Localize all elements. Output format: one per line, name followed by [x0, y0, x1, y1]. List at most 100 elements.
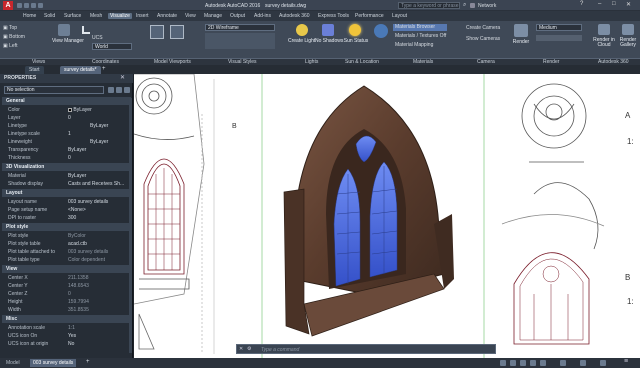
quick-select-icon[interactable]	[124, 87, 130, 93]
location-icon[interactable]	[374, 24, 388, 38]
prop-value[interactable]: No	[68, 341, 74, 347]
render-teapot-icon[interactable]	[514, 24, 528, 37]
tab-output[interactable]: Output	[230, 13, 245, 19]
maximize-icon[interactable]: □	[612, 1, 616, 7]
open-icon[interactable]	[24, 3, 29, 8]
lineweight-icon[interactable]	[540, 360, 546, 366]
named-viewports-icon[interactable]	[170, 25, 184, 39]
view-manager-icon[interactable]	[58, 24, 70, 36]
show-cameras-button[interactable]: Show Cameras	[466, 36, 500, 42]
prop-value[interactable]: acad.ctb	[68, 241, 87, 247]
user-name[interactable]: Network	[478, 3, 496, 9]
prop-value[interactable]: ByLayer	[68, 173, 86, 179]
ucs-world-dropdown[interactable]: World	[92, 43, 132, 50]
tab-manage[interactable]: Manage	[204, 13, 222, 19]
save-icon[interactable]	[31, 3, 36, 8]
polar-icon[interactable]	[520, 360, 526, 366]
no-shadows-button[interactable]: No Shadows	[315, 38, 343, 44]
osnap-icon[interactable]	[530, 360, 536, 366]
no-shadows-icon[interactable]	[322, 24, 334, 36]
tab-visualize[interactable]: Visualize	[108, 13, 132, 19]
prop-value[interactable]: 003 survey details	[68, 199, 108, 205]
tab-mesh[interactable]: Mesh	[90, 13, 102, 19]
render-in-cloud-button[interactable]: Render in Cloud	[592, 38, 616, 48]
tab-layout[interactable]: Layout	[392, 13, 407, 19]
section-layout[interactable]: Layout	[2, 189, 131, 197]
add-layout-icon[interactable]: +	[86, 359, 90, 365]
tab-autodesk-360[interactable]: Autodesk 360	[279, 13, 310, 19]
prop-value[interactable]: <None>	[68, 207, 86, 213]
tab-annotate[interactable]: Annotate	[157, 13, 177, 19]
materials-browser-button[interactable]: Materials Browser	[393, 24, 447, 31]
tab-surface[interactable]: Surface	[64, 13, 81, 19]
prop-value[interactable]: ByColor	[68, 233, 86, 239]
search-input[interactable]: Type a keyword or phrase	[401, 3, 459, 9]
prop-value[interactable]: 003 survey details	[68, 249, 108, 255]
view-manager-button[interactable]: View Manager	[52, 38, 84, 44]
tab-home[interactable]: Home	[23, 13, 36, 19]
annotation-monitor-icon[interactable]	[580, 360, 586, 366]
tab-performance[interactable]: Performance	[355, 13, 384, 19]
undo-icon[interactable]	[38, 3, 43, 8]
prop-value[interactable]: ByLayer	[68, 107, 92, 113]
render-button[interactable]: Render	[510, 39, 532, 45]
render-preset-dropdown[interactable]: Medium	[536, 24, 582, 31]
tab-view[interactable]: View	[185, 13, 196, 19]
new-icon[interactable]	[17, 3, 22, 8]
prop-value[interactable]: 211.1358	[68, 275, 88, 281]
render-size-dropdown[interactable]	[536, 35, 582, 41]
prop-value[interactable]: 351.8535	[68, 307, 89, 313]
palette-header[interactable]: PROPERTIES ✕	[0, 74, 133, 83]
materials-textures-toggle[interactable]: Materials / Textures Off	[395, 33, 446, 39]
select-objects-icon[interactable]	[116, 87, 122, 93]
prop-value[interactable]: Color dependent	[68, 257, 105, 263]
visual-style-controls[interactable]	[205, 33, 275, 49]
minimize-icon[interactable]: –	[598, 1, 601, 7]
view-top[interactable]: ▣ Top	[3, 25, 17, 31]
search-box[interactable]: Type a keyword or phrase	[398, 2, 460, 9]
tab-add-ins[interactable]: Add-ins	[254, 13, 271, 19]
drawing-canvas[interactable]: B A 1: B 1: ✕ ⚙ Type a command	[134, 74, 640, 358]
sun-status-button[interactable]: Sun Status	[343, 38, 369, 44]
section-3d-visualization[interactable]: 3D Visualization	[2, 163, 131, 171]
snap-icon[interactable]	[500, 360, 506, 366]
create-light-button[interactable]: Create Light	[288, 38, 315, 44]
isolate-objects-icon[interactable]	[600, 360, 606, 366]
material-mapping-button[interactable]: Material Mapping	[395, 42, 433, 48]
tab-solid[interactable]: Solid	[44, 13, 55, 19]
tab-express-tools[interactable]: Express Tools	[318, 13, 349, 19]
ortho-icon[interactable]	[510, 360, 516, 366]
command-line[interactable]: ✕ ⚙ Type a command	[236, 344, 496, 354]
prop-value[interactable]: 159.7994	[68, 299, 89, 305]
create-light-icon[interactable]	[296, 24, 308, 36]
section-general[interactable]: General	[2, 97, 131, 105]
doc-tab-start[interactable]: Start	[25, 66, 44, 74]
palette-scrollbar[interactable]	[129, 98, 132, 353]
visual-style-dropdown[interactable]: 2D Wireframe	[205, 24, 275, 31]
command-settings-icon[interactable]: ⚙	[247, 346, 251, 352]
section-misc[interactable]: Misc	[2, 315, 131, 323]
view-left[interactable]: ▣ Left	[3, 43, 17, 49]
workspace-icon[interactable]	[560, 360, 566, 366]
prop-value[interactable]: 0	[68, 291, 71, 297]
prop-value[interactable]: 0	[68, 155, 71, 161]
command-input[interactable]: Type a command	[261, 347, 299, 353]
prop-value[interactable]: Yes	[68, 333, 76, 339]
customization-menu-icon[interactable]: ≡	[624, 358, 628, 365]
new-tab-icon[interactable]: +	[102, 66, 106, 72]
render-cloud-icon[interactable]	[598, 24, 610, 35]
sun-status-icon[interactable]	[349, 24, 361, 36]
prop-value[interactable]: ByLayer	[90, 123, 108, 129]
doc-tab-survey-details[interactable]: survey details*	[60, 66, 101, 74]
rendered-gothic-window[interactable]	[283, 85, 454, 337]
ucs-icon[interactable]	[82, 26, 90, 34]
viewport-config-icon[interactable]	[150, 25, 164, 39]
prop-value[interactable]: 300	[68, 215, 76, 221]
render-gallery-button[interactable]: Render Gallery	[616, 38, 640, 48]
layout-tab-survey-details[interactable]: 003 survey details	[30, 359, 77, 367]
help-icon[interactable]: ?	[580, 1, 583, 7]
search-icon[interactable]: ⌕	[463, 2, 466, 9]
prop-value[interactable]: ByLayer	[68, 147, 86, 153]
render-gallery-icon[interactable]	[622, 24, 634, 35]
prop-value[interactable]: 148.6543	[68, 283, 89, 289]
